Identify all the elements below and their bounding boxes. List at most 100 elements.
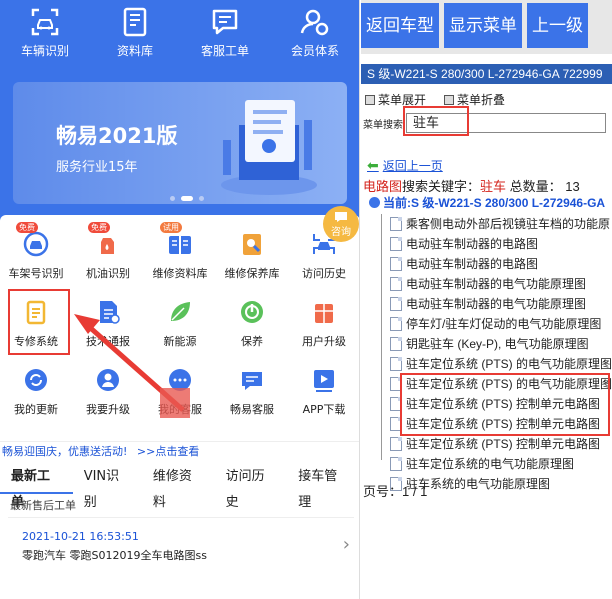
vin-scan-icon: [23, 231, 49, 257]
grid-label: 维修保养库: [224, 267, 280, 280]
tree-item[interactable]: 钥匙驻车 (Key-P), 电气功能原理图: [361, 334, 612, 354]
oil-icon: [101, 238, 114, 254]
ticket-desc: 零跑汽车 零跑S012019全车电路图ss: [22, 549, 207, 562]
promo-strip[interactable]: 畅易迎国庆，优惠送活动! >>点击查看: [0, 441, 359, 461]
banner-pager-dots[interactable]: [170, 196, 204, 201]
tree-item-label: 电动驻车制动器的电气功能原理图: [406, 297, 587, 311]
free-badge: 免费: [16, 222, 38, 233]
document-illustration-icon: [221, 100, 317, 195]
refresh-icon: [25, 369, 47, 391]
chevron-right-icon: ›: [342, 534, 350, 555]
grid-label: 机油识别: [86, 267, 130, 280]
tab-vehicle-intake[interactable]: 接车管理: [287, 464, 359, 510]
back-link[interactable]: ⬅ 返回上一页: [367, 157, 443, 174]
grid-item-user-upgrade[interactable]: 用户升级: [288, 294, 359, 362]
support-chat-icon: [169, 369, 191, 391]
tree-item-label: 驻车系统的电气功能原理图: [406, 477, 551, 491]
tree-item[interactable]: 电动驻车制动器的电路图: [361, 254, 612, 274]
free-badge: 免费: [88, 222, 110, 233]
tree-item[interactable]: 停车灯/驻车灯促动的电气功能原理图: [361, 314, 612, 334]
member-icon: [300, 9, 329, 36]
up-level-button[interactable]: 上一级: [527, 3, 588, 48]
power-gauge-icon: [241, 301, 263, 323]
grid-item-maintenance-database[interactable]: 维修保养库: [216, 226, 288, 294]
back-to-models-button[interactable]: 返回车型: [361, 3, 439, 48]
nav-label: 车辆识别: [20, 44, 69, 58]
nav-membership[interactable]: 会员体系: [270, 6, 359, 66]
trial-badge: 试用: [160, 222, 182, 233]
ticket-card[interactable]: 2021-10-21 16:53:51 零跑汽车 零跑S012019全车电路图s…: [8, 517, 354, 577]
arrow-left-icon: ⬅: [367, 157, 379, 173]
grid-label: 用户升级: [302, 335, 346, 348]
promo-link[interactable]: >>点击查看: [137, 445, 199, 458]
highlight-box-pts-results: [400, 373, 610, 436]
nav-label: 会员体系: [290, 44, 339, 58]
grid-item-repair-database[interactable]: 试用 维修资料库: [144, 222, 216, 294]
nav-database[interactable]: 资料库: [90, 6, 180, 66]
grid-label: 访问历史: [302, 267, 346, 280]
banner-title: 畅易2021版: [56, 124, 178, 148]
document-icon: [390, 237, 402, 251]
show-menu-button[interactable]: 显示菜单: [444, 3, 522, 48]
grid-item-oil-recognition[interactable]: 免费 机油识别: [72, 222, 144, 294]
bottom-tabs: 最新工单 VIN识别 维修资料 访问历史 接车管理: [0, 464, 359, 510]
nav-label: 客服工单: [200, 44, 249, 58]
grid-item-upgrade[interactable]: 我要升级: [72, 362, 144, 430]
tab-vin[interactable]: VIN识别: [73, 464, 142, 510]
bulletin-icon: [100, 301, 120, 324]
grid-item-changyi-support[interactable]: 畅易客服: [216, 362, 288, 430]
tree-item[interactable]: 驻车定位系统 (PTS) 的电气功能原理图: [361, 354, 612, 374]
grid-item-tech-bulletin[interactable]: 技术通报: [72, 294, 144, 362]
highlight-box-specialist: [8, 289, 70, 355]
consult-button[interactable]: 咨询: [323, 206, 359, 242]
scan-car-icon: [31, 8, 59, 36]
result-count-label: 总数量：: [506, 179, 562, 194]
tree-item[interactable]: 电动驻车制动器的电路图: [361, 234, 612, 254]
tree-item[interactable]: 电动驻车制动器的电气功能原理图: [361, 294, 612, 314]
grid-label: 新能源: [163, 335, 197, 348]
tree-item-label: 驻车定位系统 (PTS) 的电气功能原理图: [406, 357, 612, 371]
grid-label: 维修资料库: [152, 267, 208, 280]
checkbox[interactable]: [444, 94, 455, 105]
grid-label: 我的客服: [158, 403, 202, 416]
document-icon: [390, 277, 402, 291]
tree-item[interactable]: 驻车定位系统的电气功能原理图: [361, 454, 612, 474]
promo-banner[interactable]: 畅易2021版 服务行业15年: [13, 82, 347, 204]
tree-item-label: 驻车定位系统的电气功能原理图: [406, 457, 575, 471]
mobile-app-panel: 车辆识别 资料库 客服工单 会员体系 畅易2021版 服务行业15年 免费 车架…: [0, 0, 360, 599]
banner-subtitle: 服务行业15年: [56, 160, 138, 175]
tab-history[interactable]: 访问历史: [215, 464, 288, 510]
grid-item-maintenance[interactable]: 保养: [216, 294, 288, 362]
circuit-diagram-panel: 返回车型 显示菜单 上一级 S 级-W221-S 280/300 L-27294…: [361, 0, 612, 599]
model-bar: S 级-W221-S 280/300 L-272946-GA 722999: [361, 64, 612, 84]
checkbox[interactable]: [365, 94, 375, 105]
grid-label: APP下载: [302, 403, 346, 416]
tree-item[interactable]: 电动驻车制动器的电气功能原理图: [361, 274, 612, 294]
grid-label: 我的更新: [14, 403, 58, 416]
grid-item-my-support[interactable]: 我的客服: [144, 362, 216, 430]
section-title: 最新售后工单: [10, 499, 76, 512]
current-node[interactable]: 当前:S 级-W221-S 280/300 L-272946-GA: [369, 194, 605, 211]
grid-item-new-energy[interactable]: 新能源: [144, 294, 216, 362]
grid-label: 技术通报: [86, 335, 130, 348]
pager: 页号：1 / 1: [363, 484, 428, 499]
grid-label: 畅易客服: [230, 403, 274, 416]
result-count: 13: [565, 179, 580, 194]
ticket-date: 2021-10-21 16:53:51: [22, 530, 139, 543]
tree-item-label: 电动驻车制动器的电路图: [406, 237, 539, 251]
tab-repair-data[interactable]: 维修资料: [142, 464, 215, 510]
grid-item-my-updates[interactable]: 我的更新: [0, 362, 72, 430]
node-icon: [369, 197, 380, 208]
tree-item[interactable]: 乘客侧电动外部后视镜驻车档的功能原: [361, 214, 612, 234]
consult-label: 咨询: [331, 226, 351, 238]
nav-vehicle-recognition[interactable]: 车辆识别: [0, 6, 90, 66]
tree-item[interactable]: 驻车定位系统 (PTS) 控制单元电路图: [361, 434, 612, 454]
document-icon: [390, 457, 402, 471]
tab-latest-tickets[interactable]: 最新工单: [0, 464, 73, 510]
nav-service-tickets[interactable]: 客服工单: [180, 6, 270, 66]
grid-item-app-download[interactable]: APP下载: [288, 362, 359, 430]
document-icon: [390, 337, 402, 351]
document-icon: [390, 217, 402, 231]
message-icon: [242, 372, 262, 390]
grid-item-vin-recognition[interactable]: 免费 车架号识别: [0, 222, 72, 294]
